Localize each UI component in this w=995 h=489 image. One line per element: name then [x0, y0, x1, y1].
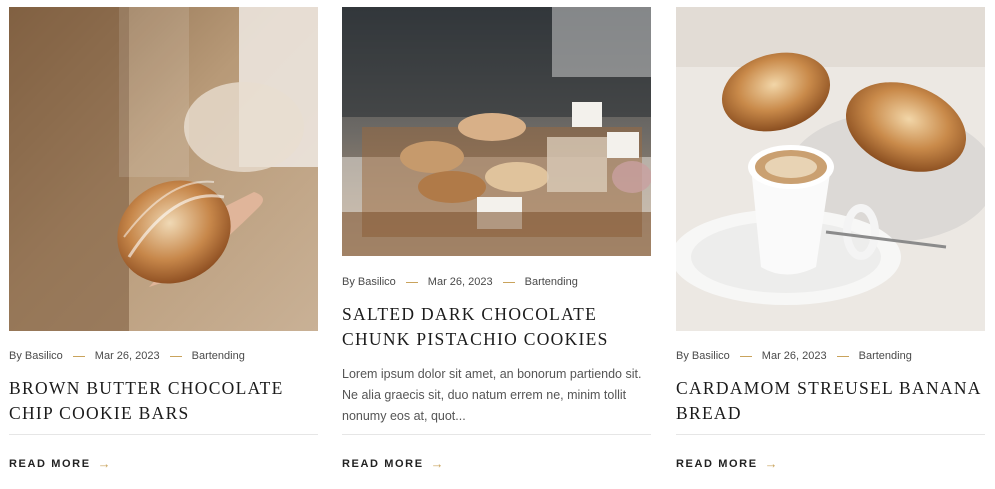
arrow-right-icon: → — [764, 456, 778, 471]
arrow-right-icon: → — [97, 456, 111, 471]
meta-separator — [72, 355, 85, 357]
post-title[interactable]: Cardamom Streusel Banana Bread — [676, 376, 985, 426]
post-meta: By Basilico Mar 26, 2023 Bartending — [342, 276, 651, 288]
read-more-label: Read More — [9, 457, 91, 470]
post-author[interactable]: By Basilico — [9, 350, 63, 362]
read-more-link[interactable]: Read More → — [676, 456, 778, 471]
arrow-right-icon: → — [430, 456, 444, 471]
post-category[interactable]: Bartending — [192, 350, 245, 362]
post-category[interactable]: Bartending — [859, 350, 912, 362]
blog-card: By Basilico Mar 26, 2023 Bartending Card… — [676, 7, 985, 426]
meta-separator — [739, 355, 752, 357]
post-category[interactable]: Bartending — [525, 276, 578, 288]
read-more-label: Read More — [342, 457, 424, 470]
coffee-photo-illustration — [676, 7, 985, 331]
post-author[interactable]: By Basilico — [342, 276, 396, 288]
post-title[interactable]: Salted Dark Chocolate Chunk Pistachio Co… — [342, 302, 651, 352]
post-date[interactable]: Mar 26, 2023 — [95, 350, 160, 362]
croissant-photo-illustration — [9, 7, 318, 331]
blog-card: By Basilico Mar 26, 2023 Bartending Salt… — [342, 7, 651, 427]
card-divider — [676, 434, 985, 435]
post-excerpt: Lorem ipsum dolor sit amet, an bonorum p… — [342, 367, 642, 423]
post-meta: By Basilico Mar 26, 2023 Bartending — [9, 350, 318, 362]
meta-separator — [405, 281, 418, 283]
read-more-link[interactable]: Read More → — [342, 456, 444, 471]
read-more-link[interactable]: Read More → — [9, 456, 111, 471]
post-date[interactable]: Mar 26, 2023 — [428, 276, 493, 288]
read-more-label: Read More — [676, 457, 758, 470]
post-author[interactable]: By Basilico — [676, 350, 730, 362]
post-image-bakery-display[interactable] — [342, 7, 651, 256]
meta-separator — [502, 281, 515, 283]
post-title[interactable]: Brown Butter Chocolate Chip Cookie Bars — [9, 376, 318, 426]
post-image-croissant-sugar[interactable] — [9, 7, 318, 331]
post-date[interactable]: Mar 26, 2023 — [762, 350, 827, 362]
post-meta: By Basilico Mar 26, 2023 Bartending — [676, 350, 985, 362]
post-image-coffee-croissants[interactable] — [676, 7, 985, 331]
bakery-photo-illustration — [342, 7, 651, 256]
meta-separator — [836, 355, 849, 357]
meta-separator — [169, 355, 182, 357]
card-divider — [342, 434, 651, 435]
card-divider — [9, 434, 318, 435]
blog-card: By Basilico Mar 26, 2023 Bartending Brow… — [9, 7, 318, 426]
